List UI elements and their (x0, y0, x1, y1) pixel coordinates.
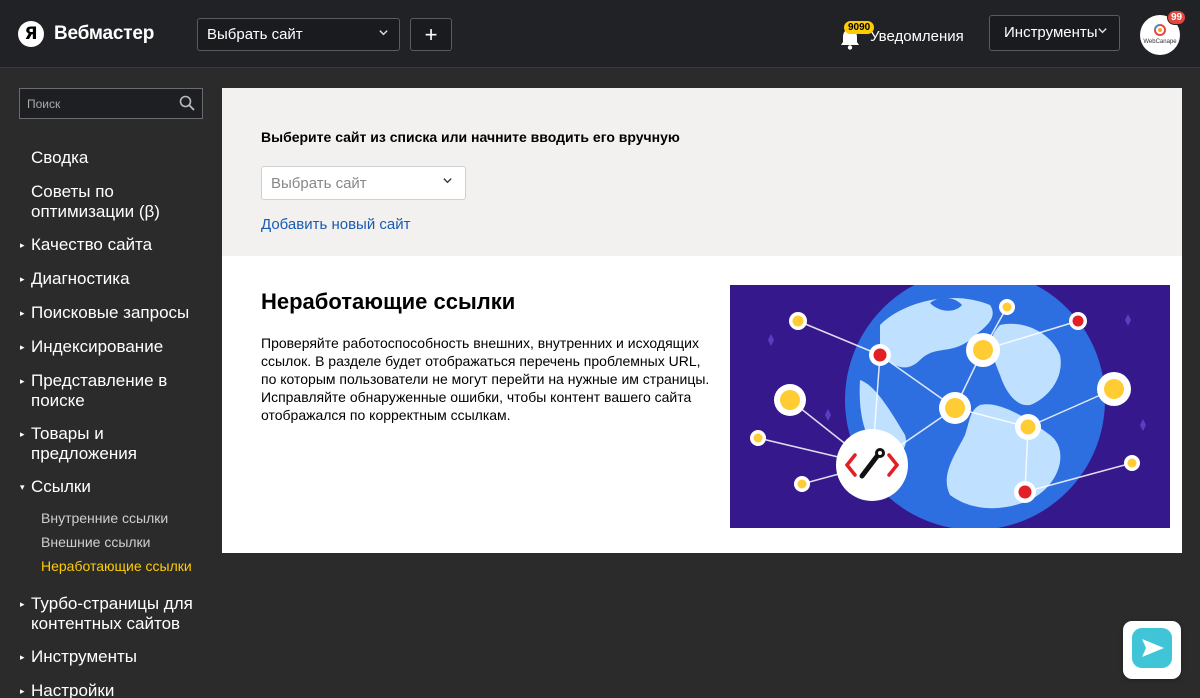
chevron-down-icon: ▾ (20, 482, 25, 492)
site-select-field[interactable]: Выбрать сайт (261, 166, 466, 200)
chevron-right-icon: ▸ (20, 686, 25, 696)
top-header: Я Вебмастер Выбрать сайт + 9090 Уведомле… (0, 0, 1200, 68)
site-select-label: Выбрать сайт (207, 26, 303, 43)
scrollbar[interactable] (1188, 69, 1200, 698)
yandex-logo-icon: Я (18, 21, 44, 47)
broken-links-info-panel: Неработающие ссылки Проверяйте работоспо… (222, 256, 1182, 553)
sidebar-item-summary[interactable]: Сводка (0, 148, 88, 168)
sidebar-item-search-queries[interactable]: ▸ Поисковые запросы (0, 303, 189, 323)
chevron-right-icon: ▸ (20, 240, 25, 250)
tools-dropdown[interactable]: Инструменты (989, 15, 1120, 51)
logo[interactable]: Я Вебмастер (18, 21, 154, 47)
bell-icon: 9090 (838, 21, 875, 50)
search-placeholder: Поиск (27, 97, 61, 111)
chevron-right-icon: ▸ (20, 652, 25, 662)
search-icon[interactable] (179, 95, 195, 114)
sidebar-item-label: Сводка (31, 148, 89, 167)
chevron-right-icon: ▸ (20, 429, 25, 439)
sidebar-item-label: Советы по оптимизации (β) (31, 182, 160, 221)
chevron-right-icon: ▸ (20, 342, 25, 352)
sidebar-item-label: Представление в поиске (31, 371, 168, 410)
avatar-logo-text: WebCanape (1143, 39, 1177, 45)
site-select-dropdown[interactable]: Выбрать сайт (197, 18, 400, 51)
sidebar-item-site-quality[interactable]: ▸ Качество сайта (0, 235, 152, 255)
sidebar-item-links[interactable]: ▾ Ссылки (0, 477, 91, 497)
tools-label: Инструменты (1004, 24, 1098, 41)
notifications-count-badge: 9090 (844, 21, 875, 34)
sidebar-item-label: Ссылки (31, 477, 91, 496)
add-new-site-link[interactable]: Добавить новый сайт (261, 216, 410, 233)
sidebar-item-label: Настройки (31, 681, 115, 698)
sidebar-item-search-appearance[interactable]: ▸ Представление в поиске (0, 371, 170, 411)
sidebar-item-indexing[interactable]: ▸ Индексирование (0, 337, 163, 357)
sidebar-item-label: Качество сайта (31, 235, 153, 254)
sidebar-item-settings[interactable]: ▸ Настройки (0, 681, 114, 698)
notifications-label: Уведомления (870, 27, 964, 45)
sidebar-item-products[interactable]: ▸ Товары и предложения (0, 424, 160, 464)
sidebar-item-label: Поисковые запросы (31, 303, 190, 322)
chevron-right-icon: ▸ (20, 308, 25, 318)
sidebar-item-label: Товары и предложения (31, 424, 137, 463)
chevron-down-icon (1097, 24, 1108, 39)
sidebar-subitem-external-links[interactable]: Внешние ссылки (0, 533, 151, 551)
page-title: Неработающие ссылки (261, 289, 516, 314)
sidebar-item-label: Индексирование (31, 337, 164, 356)
page-description: Проверяйте работоспособность внешних, вн… (261, 335, 710, 423)
assistant-button[interactable] (1123, 621, 1181, 679)
sidebar-item-label: Диагностика (31, 269, 130, 288)
sidebar-item-diagnostics[interactable]: ▸ Диагностика (0, 269, 130, 289)
sidebar-item-label: Турбо-страницы для контентных сайтов (31, 594, 193, 633)
chevron-right-icon: ▸ (20, 376, 25, 386)
chevron-right-icon: ▸ (20, 599, 25, 609)
sidebar-item-turbo-pages[interactable]: ▸ Турбо-страницы для контентных сайтов (0, 594, 200, 634)
site-select-placeholder: Выбрать сайт (271, 175, 367, 192)
sidebar-item-tools[interactable]: ▸ Инструменты (0, 647, 137, 667)
search-input[interactable]: Поиск (19, 88, 203, 119)
add-site-button[interactable]: + (410, 18, 452, 51)
send-icon (1130, 626, 1174, 675)
sidebar-item-optimization-tips[interactable]: Советы по оптимизации (β) (0, 182, 200, 222)
app-title: Вебмастер (54, 23, 155, 44)
avatar-badge: 99 (1167, 10, 1187, 25)
avatar[interactable]: WebCanape 99 (1140, 10, 1187, 55)
sidebar-item-label: Инструменты (31, 647, 138, 666)
notifications-button[interactable]: 9090 Уведомления (838, 16, 964, 52)
site-select-panel: Выберите сайт из списка или начните ввод… (222, 88, 1182, 256)
broken-links-illustration (730, 285, 1170, 528)
chevron-down-icon (442, 175, 453, 189)
sidebar-subitem-broken-links[interactable]: Неработающие ссылки (0, 557, 192, 575)
chevron-right-icon: ▸ (20, 274, 25, 284)
chevron-down-icon (378, 26, 389, 41)
sidebar: Поиск Сводка Советы по оптимизации (β) ▸… (0, 69, 222, 698)
sidebar-subitem-internal-links[interactable]: Внутренние ссылки (0, 509, 168, 527)
select-panel-heading: Выберите сайт из списка или начните ввод… (261, 129, 680, 145)
